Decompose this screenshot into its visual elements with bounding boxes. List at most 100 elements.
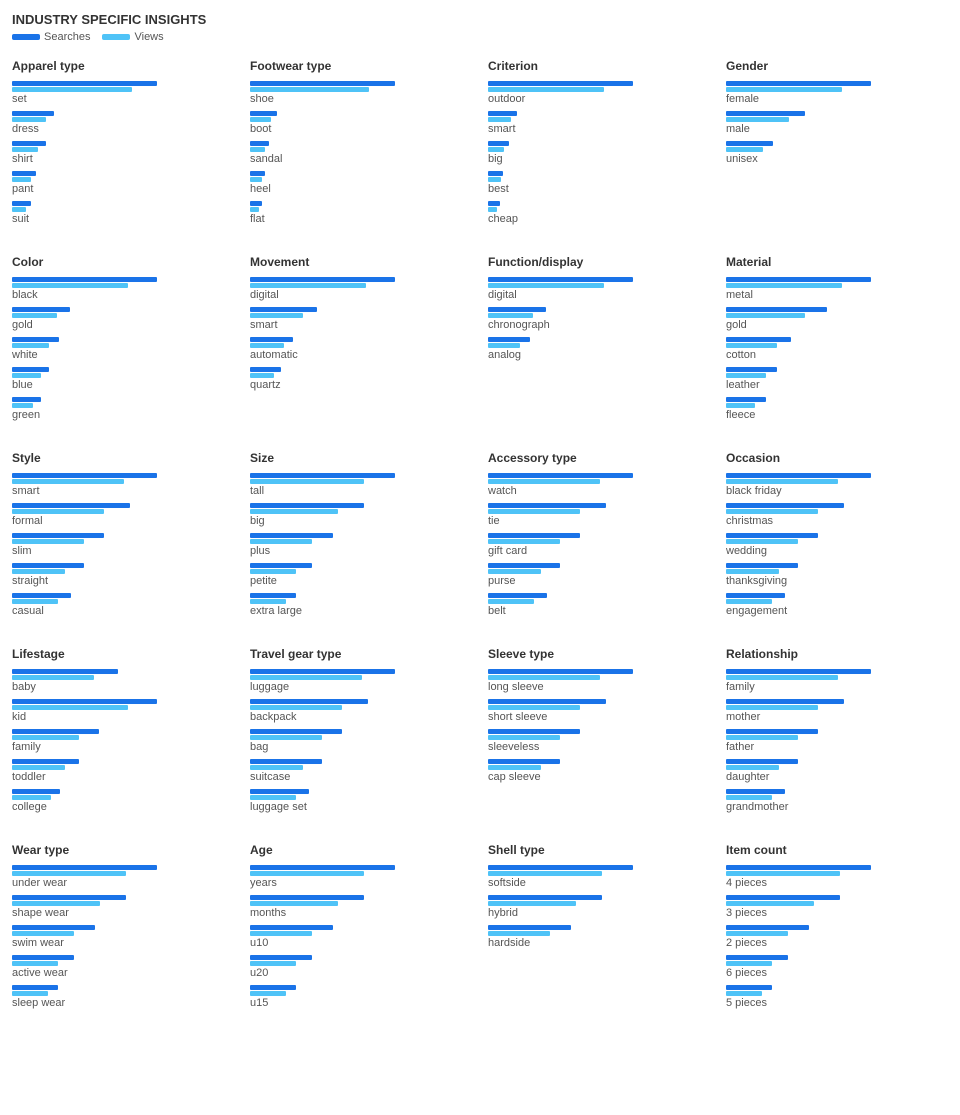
searches-bar	[250, 699, 368, 704]
bar-label: extra large	[250, 605, 472, 617]
bar-label: shape wear	[12, 907, 234, 919]
bar-group	[726, 593, 948, 604]
bar-row: backpack	[250, 699, 472, 723]
searches-bar	[250, 985, 296, 990]
section-wear-type: Wear typeunder wearshape wearswim wearac…	[12, 843, 234, 1015]
views-bar	[726, 117, 789, 122]
bar-label: years	[250, 877, 472, 889]
searches-bar	[250, 563, 312, 568]
bar-group	[488, 925, 710, 936]
section-title-lifestage: Lifestage	[12, 647, 234, 661]
searches-bar	[726, 669, 871, 674]
bar-row: extra large	[250, 593, 472, 617]
views-bar	[250, 931, 312, 936]
bar-row: unisex	[726, 141, 948, 165]
bar-row: smart	[488, 111, 710, 135]
views-bar	[250, 675, 362, 680]
views-bar	[488, 283, 604, 288]
searches-bar	[12, 563, 84, 568]
bar-group	[726, 985, 948, 996]
views-bar	[726, 283, 842, 288]
bar-group	[488, 277, 710, 288]
bar-label: boot	[250, 123, 472, 135]
bar-row: luggage set	[250, 789, 472, 813]
bar-group	[726, 925, 948, 936]
bar-row: pant	[12, 171, 234, 195]
bar-label: grandmother	[726, 801, 948, 813]
bar-label: outdoor	[488, 93, 710, 105]
bar-label: white	[12, 349, 234, 361]
views-bar	[488, 871, 602, 876]
bar-label: daughter	[726, 771, 948, 783]
searches-bar	[12, 337, 59, 342]
bar-label: quartz	[250, 379, 472, 391]
bar-group	[250, 985, 472, 996]
bar-group	[250, 171, 472, 182]
searches-bar	[488, 201, 500, 206]
bar-group	[250, 789, 472, 800]
bar-group	[250, 593, 472, 604]
views-bar	[726, 539, 798, 544]
searches-bar	[726, 111, 805, 116]
views-bar	[12, 87, 132, 92]
searches-bar	[726, 397, 766, 402]
section-travel-gear-type: Travel gear typeluggagebackpackbagsuitca…	[250, 647, 472, 819]
views-bar	[12, 675, 94, 680]
bar-group	[12, 277, 234, 288]
views-bar	[12, 117, 46, 122]
views-bar	[726, 569, 779, 574]
views-bar	[726, 675, 838, 680]
bar-row: softside	[488, 865, 710, 889]
bar-row: boot	[250, 111, 472, 135]
legend: Searches Views	[12, 31, 948, 43]
views-bar	[250, 871, 364, 876]
searches-bar	[12, 533, 104, 538]
searches-bar	[726, 337, 791, 342]
views-bar	[250, 313, 303, 318]
section-title-color: Color	[12, 255, 234, 269]
views-bar	[488, 931, 550, 936]
bar-row: hardside	[488, 925, 710, 949]
searches-bar	[726, 865, 871, 870]
bar-label: u10	[250, 937, 472, 949]
bar-label: toddler	[12, 771, 234, 783]
searches-bar	[726, 789, 785, 794]
views-bar	[12, 991, 48, 996]
searches-bar	[488, 277, 633, 282]
searches-bar	[250, 201, 262, 206]
bar-group	[488, 337, 710, 348]
bar-row: 3 pieces	[726, 895, 948, 919]
views-bar	[726, 991, 762, 996]
bar-group	[726, 865, 948, 876]
bar-label: plus	[250, 545, 472, 557]
section-movement: Movementdigitalsmartautomaticquartz	[250, 255, 472, 427]
searches-bar	[726, 699, 844, 704]
views-bar	[726, 705, 818, 710]
bar-row: 4 pieces	[726, 865, 948, 889]
section-title-criterion: Criterion	[488, 59, 710, 73]
views-bar	[12, 509, 104, 514]
bar-row: 6 pieces	[726, 955, 948, 979]
bar-group	[488, 141, 710, 152]
views-bar	[12, 403, 33, 408]
searches-bar	[12, 81, 157, 86]
section-title-accessory-type: Accessory type	[488, 451, 710, 465]
searches-bar	[250, 925, 333, 930]
section-title-size: Size	[250, 451, 472, 465]
views-bar	[726, 599, 772, 604]
bar-row: shirt	[12, 141, 234, 165]
views-bar	[250, 599, 286, 604]
bar-row: college	[12, 789, 234, 813]
bar-row: black friday	[726, 473, 948, 497]
bar-group	[726, 563, 948, 574]
bar-group	[726, 337, 948, 348]
bar-row: shape wear	[12, 895, 234, 919]
section-lifestage: Lifestagebabykidfamilytoddlercollege	[12, 647, 234, 819]
searches-bar	[488, 533, 580, 538]
bar-label: long sleeve	[488, 681, 710, 693]
views-bar	[12, 795, 51, 800]
searches-bar	[12, 985, 58, 990]
bar-label: formal	[12, 515, 234, 527]
bar-row: mother	[726, 699, 948, 723]
searches-bar	[12, 111, 54, 116]
